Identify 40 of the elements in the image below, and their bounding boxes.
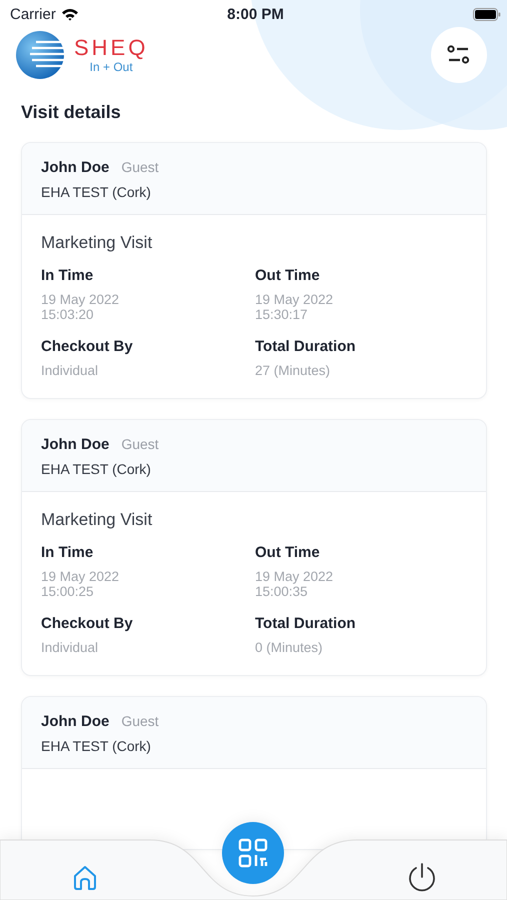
- field-value: 0 (Minutes): [255, 640, 324, 655]
- carrier-label: Carrier: [10, 6, 56, 22]
- field-value: 19 May 2022 15:03:20: [41, 292, 120, 322]
- field-value: Individual: [41, 363, 100, 378]
- visitor-name: John Doe: [41, 159, 110, 176]
- home-icon: [71, 864, 99, 892]
- field-label: Total Duration: [255, 615, 357, 632]
- power-tab[interactable]: [406, 862, 438, 894]
- power-icon: [406, 862, 438, 894]
- field-label: Total Duration: [255, 338, 357, 355]
- visit-location: EHA TEST (Cork): [41, 738, 152, 754]
- filter-icon: [447, 44, 471, 66]
- visit-location: EHA TEST (Cork): [41, 184, 152, 200]
- visitor-role: Guest: [121, 159, 159, 175]
- clock-time: 8:00 PM: [227, 6, 284, 22]
- logo-name: SHEQ: [74, 36, 148, 60]
- field-value: 27 (Minutes): [255, 363, 332, 378]
- field-value: 19 May 2022 15:00:25: [41, 569, 120, 599]
- visitor-role: Guest: [121, 436, 159, 452]
- field-value: 19 May 2022 15:30:17: [255, 292, 334, 322]
- field-value: 19 May 2022 15:00:35: [255, 569, 334, 599]
- field-label: Checkout By: [41, 338, 134, 355]
- visit-purpose: Marketing Visit: [41, 233, 154, 253]
- qr-code-icon: [238, 838, 268, 868]
- field-label: Out Time: [255, 544, 321, 561]
- visitor-name: John Doe: [41, 436, 110, 453]
- field-label: In Time: [41, 267, 94, 284]
- logo-tagline: In + Out: [90, 60, 133, 74]
- field-value: Individual: [41, 640, 100, 655]
- visit-location: EHA TEST (Cork): [41, 461, 152, 477]
- visit-purpose: Marketing Visit: [41, 510, 154, 530]
- field-label: Out Time: [255, 267, 321, 284]
- field-label: In Time: [41, 544, 94, 561]
- visitor-role: Guest: [121, 713, 159, 729]
- battery-icon: [472, 8, 501, 20]
- page-title: Visit details: [21, 102, 122, 124]
- field-label: Checkout By: [41, 615, 134, 632]
- wifi-icon: [60, 8, 79, 20]
- home-tab[interactable]: [71, 864, 99, 892]
- visitor-name: John Doe: [41, 713, 110, 730]
